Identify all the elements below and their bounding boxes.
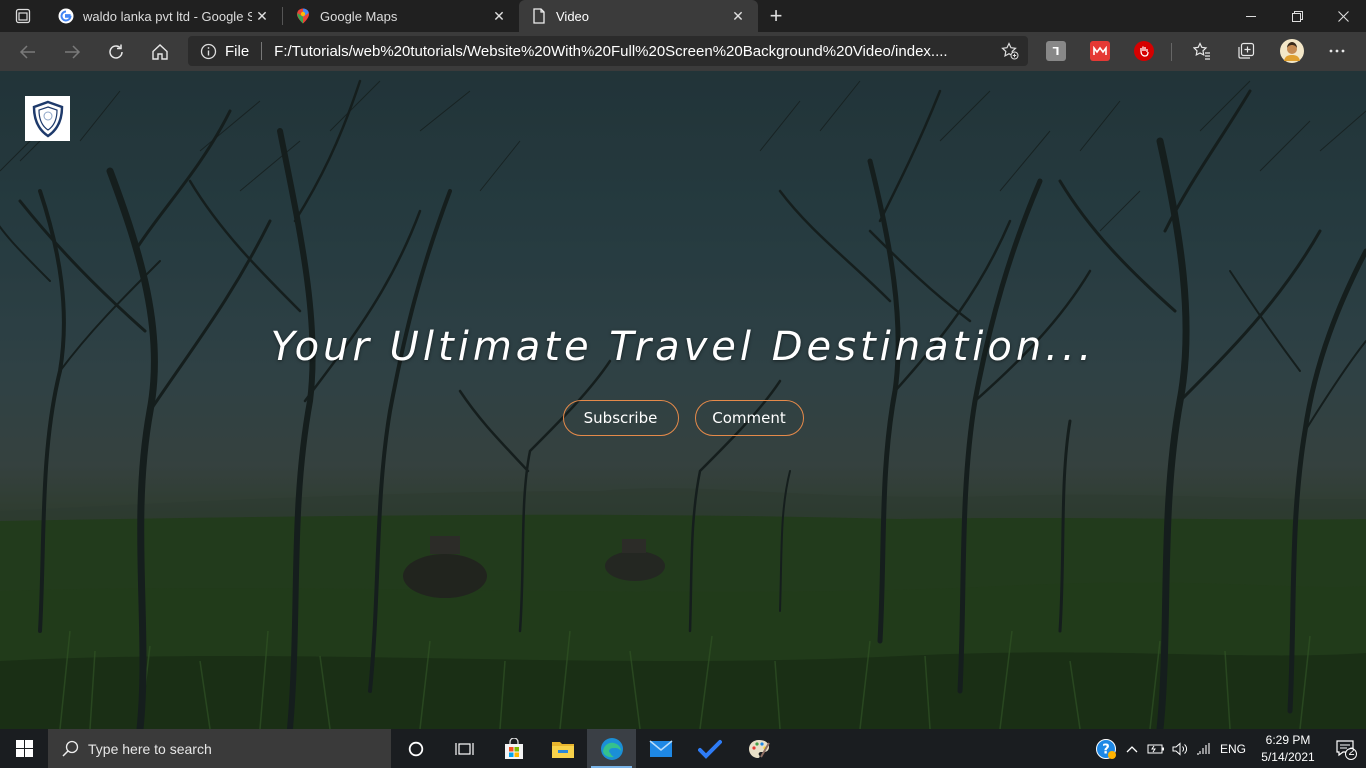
address-divider (261, 42, 263, 60)
clock[interactable]: 6:29 PM 5/14/2021 (1250, 732, 1326, 766)
task-view-button[interactable] (440, 729, 489, 768)
page-icon (531, 8, 547, 24)
taskbar-search-box[interactable]: Type here to search (48, 729, 391, 768)
extension-icon-1[interactable]: Ꞁ (1046, 41, 1066, 61)
tab-actions-button[interactable] (0, 0, 46, 32)
taskbar-app-store[interactable] (489, 729, 538, 768)
settings-more-button[interactable] (1322, 36, 1352, 66)
toolbar-divider (1171, 43, 1172, 61)
minimize-icon (1245, 15, 1256, 17)
taskbar-app-todo[interactable] (685, 729, 734, 768)
new-tab-button[interactable]: + (758, 0, 794, 32)
tab-actions-icon (15, 8, 31, 24)
tab-google-search[interactable]: waldo lanka pvt ltd - Google Sea ✕ (46, 0, 282, 32)
address-bar[interactable]: File F:/Tutorials/web%20tutorials/Websit… (188, 36, 1028, 66)
site-logo[interactable] (25, 96, 70, 141)
language-indicator[interactable]: ENG (1216, 742, 1250, 756)
favorites-button[interactable] (1187, 36, 1217, 66)
url-scheme-label: File (225, 42, 250, 60)
action-center-button[interactable]: 2 (1326, 729, 1366, 768)
favorites-star-icon (1193, 42, 1210, 60)
wifi-icon[interactable] (1192, 729, 1216, 768)
taskbar-app-paint[interactable] (734, 729, 783, 768)
shield-logo-icon (32, 100, 63, 138)
extension-icon-2[interactable] (1090, 41, 1110, 61)
close-tab-icon[interactable]: ✕ (728, 6, 748, 26)
tab-title: Video (556, 8, 590, 24)
forward-arrow-icon (65, 44, 81, 59)
refresh-button[interactable] (94, 34, 138, 70)
add-favorite-icon[interactable] (1000, 41, 1020, 61)
clock-time: 6:29 PM (1265, 732, 1311, 747)
start-button[interactable] (0, 729, 48, 768)
site-info-icon[interactable] (200, 42, 218, 60)
comment-button[interactable]: Comment (694, 400, 804, 436)
microsoft-store-icon (504, 737, 523, 759)
notification-count-badge: 2 (1348, 746, 1355, 758)
close-icon (1337, 10, 1349, 22)
back-button[interactable] (6, 34, 50, 70)
windows-taskbar: Type here to search ? ENG 6:29 PM 5/14/2… (0, 729, 1366, 768)
clock-date: 5/14/2021 (1261, 749, 1315, 764)
url-text[interactable]: F:/Tutorials/web%20tutorials/Website%20W… (274, 43, 986, 60)
minimize-button[interactable] (1228, 0, 1274, 32)
show-hidden-icons-chevron-icon[interactable] (1120, 729, 1144, 768)
paint-palette-icon (748, 739, 770, 758)
battery-icon[interactable] (1144, 729, 1168, 768)
file-explorer-icon (551, 741, 574, 758)
close-tab-icon[interactable]: ✕ (252, 6, 272, 26)
taskbar-app-file-explorer[interactable] (538, 729, 587, 768)
close-tab-icon[interactable]: ✕ (489, 6, 509, 26)
hero-headline: Your Ultimate Travel Destination... (270, 324, 1096, 370)
system-tray: ? ENG 6:29 PM 5/14/2021 2 (1092, 729, 1366, 768)
refresh-icon (109, 44, 123, 59)
subscribe-button[interactable]: Subscribe (562, 400, 679, 436)
windows-logo-icon (15, 740, 33, 757)
taskbar-app-edge[interactable] (587, 729, 636, 768)
close-window-button[interactable] (1320, 0, 1366, 32)
tab-title: Google Maps (320, 8, 398, 24)
tab-title: waldo lanka pvt ltd - Google Sea (83, 8, 252, 24)
search-icon (60, 739, 80, 759)
tab-strip: waldo lanka pvt ltd - Google Sea ✕ Googl… (0, 0, 1366, 32)
collections-icon (1238, 42, 1255, 59)
profile-avatar-button[interactable] (1277, 36, 1307, 66)
todo-checkmark-icon (697, 739, 722, 759)
hero-actions: Subscribe Comment (0, 400, 1366, 436)
search-placeholder: Type here to search (88, 740, 212, 757)
back-arrow-icon (19, 44, 35, 59)
google-icon (58, 8, 74, 24)
forward-button[interactable] (50, 34, 94, 70)
help-badge-icon[interactable]: ? (1092, 729, 1120, 768)
page-content: Your Ultimate Travel Destination... Subs… (0, 71, 1366, 729)
taskbar-app-mail[interactable] (636, 729, 685, 768)
maps-pin-icon (295, 8, 311, 24)
home-icon (152, 43, 168, 60)
tab-google-maps[interactable]: Google Maps ✕ (283, 0, 519, 32)
tab-video[interactable]: Video ✕ (519, 0, 758, 32)
stop-hand-extension-icon[interactable] (1134, 41, 1154, 61)
home-button[interactable] (138, 34, 182, 70)
task-view-icon (454, 742, 474, 755)
mail-envelope-icon (649, 739, 672, 757)
browser-toolbar: File F:/Tutorials/web%20tutorials/Websit… (0, 32, 1366, 71)
window-controls (1228, 0, 1366, 32)
restore-button[interactable] (1274, 0, 1320, 32)
volume-icon[interactable] (1168, 729, 1192, 768)
collections-button[interactable] (1231, 36, 1261, 66)
avatar (1280, 39, 1304, 63)
more-dots-icon (1329, 49, 1345, 53)
cortana-button[interactable] (391, 729, 440, 768)
restore-icon (1291, 10, 1303, 22)
edge-browser-icon (600, 737, 623, 760)
cortana-circle-icon (408, 741, 423, 756)
